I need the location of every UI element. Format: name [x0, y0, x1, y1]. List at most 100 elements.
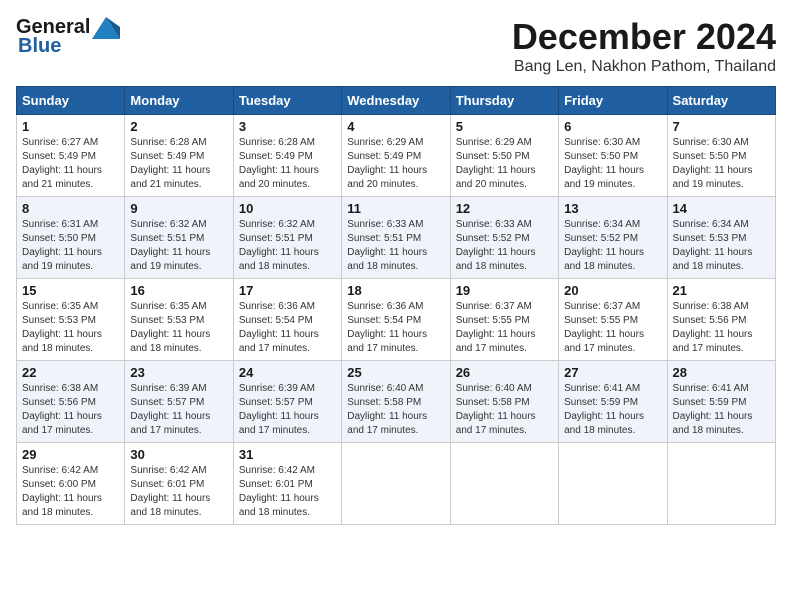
calendar-cell: 2 Sunrise: 6:28 AM Sunset: 5:49 PM Daylig… [125, 115, 233, 197]
header-saturday: Saturday [667, 87, 775, 115]
day-info: Sunrise: 6:39 AM Sunset: 5:57 PM Dayligh… [239, 382, 336, 438]
day-info: Sunrise: 6:31 AM Sunset: 5:50 PM Dayligh… [22, 218, 119, 274]
calendar-cell: 14 Sunrise: 6:34 AM Sunset: 5:53 PM Dayli… [667, 197, 775, 279]
day-info: Sunrise: 6:39 AM Sunset: 5:57 PM Dayligh… [130, 382, 227, 438]
calendar-cell [342, 443, 450, 525]
day-number: 9 [130, 201, 227, 216]
calendar-cell: 8 Sunrise: 6:31 AM Sunset: 5:50 PM Daylig… [17, 197, 125, 279]
calendar-cell: 16 Sunrise: 6:35 AM Sunset: 5:53 PM Dayli… [125, 279, 233, 361]
header-wednesday: Wednesday [342, 87, 450, 115]
day-info: Sunrise: 6:35 AM Sunset: 5:53 PM Dayligh… [130, 300, 227, 356]
day-number: 17 [239, 283, 336, 298]
day-number: 30 [130, 447, 227, 462]
day-header-row: Sunday Monday Tuesday Wednesday Thursday… [17, 87, 776, 115]
logo-icon [92, 17, 120, 39]
calendar-cell [559, 443, 667, 525]
day-number: 14 [673, 201, 770, 216]
day-info: Sunrise: 6:33 AM Sunset: 5:52 PM Dayligh… [456, 218, 553, 274]
day-number: 28 [673, 365, 770, 380]
day-info: Sunrise: 6:28 AM Sunset: 5:49 PM Dayligh… [239, 136, 336, 192]
calendar-cell: 26 Sunrise: 6:40 AM Sunset: 5:58 PM Dayli… [450, 361, 558, 443]
day-info: Sunrise: 6:36 AM Sunset: 5:54 PM Dayligh… [347, 300, 444, 356]
day-number: 15 [22, 283, 119, 298]
header-friday: Friday [559, 87, 667, 115]
day-number: 2 [130, 119, 227, 134]
day-number: 1 [22, 119, 119, 134]
day-info: Sunrise: 6:34 AM Sunset: 5:52 PM Dayligh… [564, 218, 661, 274]
day-info: Sunrise: 6:42 AM Sunset: 6:01 PM Dayligh… [239, 464, 336, 520]
calendar-cell: 27 Sunrise: 6:41 AM Sunset: 5:59 PM Dayli… [559, 361, 667, 443]
calendar-cell: 7Sunrise: 6:30 AM Sunset: 5:50 PM Daylig… [667, 115, 775, 197]
day-number: 27 [564, 365, 661, 380]
day-info: Sunrise: 6:32 AM Sunset: 5:51 PM Dayligh… [130, 218, 227, 274]
calendar-cell: 10 Sunrise: 6:32 AM Sunset: 5:51 PM Dayli… [233, 197, 341, 279]
calendar-cell: 3 Sunrise: 6:28 AM Sunset: 5:49 PM Daylig… [233, 115, 341, 197]
day-number: 21 [673, 283, 770, 298]
day-number: 7 [673, 119, 770, 134]
week-row-1: 1 Sunrise: 6:27 AM Sunset: 5:49 PM Daylig… [17, 115, 776, 197]
calendar-cell: 28 Sunrise: 6:41 AM Sunset: 5:59 PM Dayli… [667, 361, 775, 443]
day-info: Sunrise: 6:33 AM Sunset: 5:51 PM Dayligh… [347, 218, 444, 274]
week-row-3: 15 Sunrise: 6:35 AM Sunset: 5:53 PM Dayli… [17, 279, 776, 361]
day-number: 16 [130, 283, 227, 298]
calendar-cell: 24 Sunrise: 6:39 AM Sunset: 5:57 PM Dayli… [233, 361, 341, 443]
day-number: 19 [456, 283, 553, 298]
day-number: 5 [456, 119, 553, 134]
day-number: 11 [347, 201, 444, 216]
calendar-cell: 22Sunrise: 6:38 AM Sunset: 5:56 PM Dayli… [17, 361, 125, 443]
day-info: Sunrise: 6:34 AM Sunset: 5:53 PM Dayligh… [673, 218, 770, 274]
day-info: Sunrise: 6:37 AM Sunset: 5:55 PM Dayligh… [456, 300, 553, 356]
calendar-cell: 12Sunrise: 6:33 AM Sunset: 5:52 PM Dayli… [450, 197, 558, 279]
week-row-4: 22Sunrise: 6:38 AM Sunset: 5:56 PM Dayli… [17, 361, 776, 443]
calendar-cell [667, 443, 775, 525]
calendar-cell: 1 Sunrise: 6:27 AM Sunset: 5:49 PM Daylig… [17, 115, 125, 197]
header: General Blue December 2024 Bang Len, Nak… [16, 16, 776, 76]
day-info: Sunrise: 6:38 AM Sunset: 5:56 PM Dayligh… [673, 300, 770, 356]
calendar-table: Sunday Monday Tuesday Wednesday Thursday… [16, 86, 776, 525]
location-title: Bang Len, Nakhon Pathom, Thailand [512, 58, 776, 76]
calendar-cell: 6 Sunrise: 6:30 AM Sunset: 5:50 PM Daylig… [559, 115, 667, 197]
day-info: Sunrise: 6:37 AM Sunset: 5:55 PM Dayligh… [564, 300, 661, 356]
calendar-cell: 11 Sunrise: 6:33 AM Sunset: 5:51 PM Dayli… [342, 197, 450, 279]
calendar-cell: 25 Sunrise: 6:40 AM Sunset: 5:58 PM Dayli… [342, 361, 450, 443]
header-thursday: Thursday [450, 87, 558, 115]
day-number: 20 [564, 283, 661, 298]
calendar-cell: 30 Sunrise: 6:42 AM Sunset: 6:01 PM Dayli… [125, 443, 233, 525]
day-info: Sunrise: 6:27 AM Sunset: 5:49 PM Dayligh… [22, 136, 119, 192]
day-info: Sunrise: 6:41 AM Sunset: 5:59 PM Dayligh… [564, 382, 661, 438]
day-info: Sunrise: 6:42 AM Sunset: 6:01 PM Dayligh… [130, 464, 227, 520]
day-info: Sunrise: 6:29 AM Sunset: 5:50 PM Dayligh… [456, 136, 553, 192]
day-number: 25 [347, 365, 444, 380]
day-info: Sunrise: 6:40 AM Sunset: 5:58 PM Dayligh… [347, 382, 444, 438]
calendar-cell: 17 Sunrise: 6:36 AM Sunset: 5:54 PM Dayli… [233, 279, 341, 361]
header-tuesday: Tuesday [233, 87, 341, 115]
day-info: Sunrise: 6:42 AM Sunset: 6:00 PM Dayligh… [22, 464, 119, 520]
header-sunday: Sunday [17, 87, 125, 115]
day-info: Sunrise: 6:38 AM Sunset: 5:56 PM Dayligh… [22, 382, 119, 438]
title-area: December 2024 Bang Len, Nakhon Pathom, T… [512, 16, 776, 76]
day-number: 8 [22, 201, 119, 216]
day-info: Sunrise: 6:35 AM Sunset: 5:53 PM Dayligh… [22, 300, 119, 356]
day-info: Sunrise: 6:41 AM Sunset: 5:59 PM Dayligh… [673, 382, 770, 438]
day-info: Sunrise: 6:36 AM Sunset: 5:54 PM Dayligh… [239, 300, 336, 356]
day-number: 31 [239, 447, 336, 462]
calendar-cell: 23 Sunrise: 6:39 AM Sunset: 5:57 PM Dayli… [125, 361, 233, 443]
calendar-cell: 31 Sunrise: 6:42 AM Sunset: 6:01 PM Dayli… [233, 443, 341, 525]
calendar-cell: 15 Sunrise: 6:35 AM Sunset: 5:53 PM Dayli… [17, 279, 125, 361]
calendar-cell: 13Sunrise: 6:34 AM Sunset: 5:52 PM Dayli… [559, 197, 667, 279]
calendar-cell: 18Sunrise: 6:36 AM Sunset: 5:54 PM Dayli… [342, 279, 450, 361]
day-number: 4 [347, 119, 444, 134]
calendar-cell: 4 Sunrise: 6:29 AM Sunset: 5:49 PM Daylig… [342, 115, 450, 197]
day-info: Sunrise: 6:30 AM Sunset: 5:50 PM Dayligh… [564, 136, 661, 192]
calendar-cell: 19 Sunrise: 6:37 AM Sunset: 5:55 PM Dayli… [450, 279, 558, 361]
day-number: 23 [130, 365, 227, 380]
day-info: Sunrise: 6:28 AM Sunset: 5:49 PM Dayligh… [130, 136, 227, 192]
day-info: Sunrise: 6:40 AM Sunset: 5:58 PM Dayligh… [456, 382, 553, 438]
day-number: 6 [564, 119, 661, 134]
day-number: 26 [456, 365, 553, 380]
day-info: Sunrise: 6:32 AM Sunset: 5:51 PM Dayligh… [239, 218, 336, 274]
day-number: 3 [239, 119, 336, 134]
day-number: 24 [239, 365, 336, 380]
day-number: 10 [239, 201, 336, 216]
day-info: Sunrise: 6:29 AM Sunset: 5:49 PM Dayligh… [347, 136, 444, 192]
